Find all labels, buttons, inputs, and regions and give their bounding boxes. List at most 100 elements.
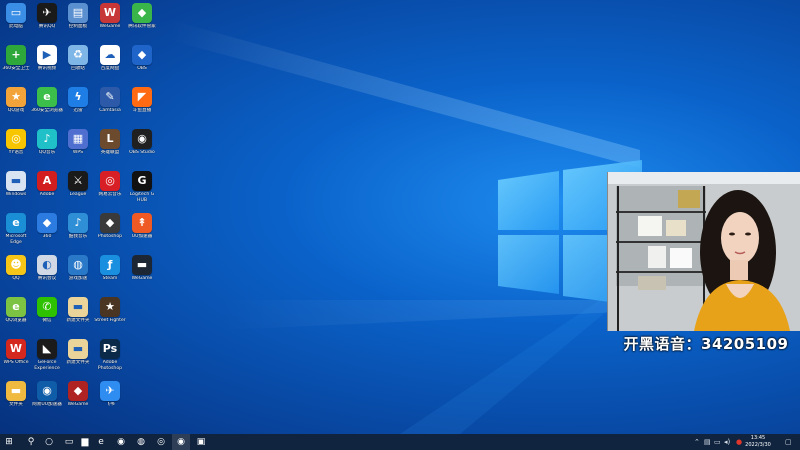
desktop-icon[interactable]: e 360安全浏览器 — [31, 87, 63, 127]
desktop-icon[interactable]: ♪ QQ音乐 — [31, 129, 63, 169]
desktop-icon[interactable]: ✆ 微信 — [31, 297, 63, 337]
windows-start-icon[interactable]: ⊞ — [0, 434, 18, 450]
league-icon: ⚔ — [68, 171, 88, 191]
desktop-icon-label: WeGame — [99, 24, 121, 29]
taskbar: ⊞ ⚲ ○ ▭ ▆ e ◉ ◍ ◎ ◉ ▣ ⌃ ▤ ▭ ◂) ● 13:45 2022/3/30 ▢ — [0, 434, 800, 450]
desktop-icon[interactable]: ☻ QQ — [0, 255, 32, 295]
volume-icon[interactable]: ◂) — [724, 434, 730, 450]
desktop-icon[interactable]: ƒ Steam — [94, 255, 126, 295]
globe-icon: ◍ — [68, 255, 88, 275]
desktop-icon[interactable]: ✈ 腾讯QQ — [31, 3, 63, 43]
desktop-icon[interactable]: ▭ 此电脑 — [0, 3, 32, 43]
app-icon: ◆ — [68, 381, 88, 401]
taskbar-clock[interactable]: 13:45 2022/3/30 — [738, 435, 778, 449]
obs-icon: ◉ — [132, 129, 152, 149]
music-icon: ♪ — [68, 213, 88, 233]
desktop-icon[interactable]: +360安全卫士 — [0, 45, 32, 85]
desktop-icon[interactable]: ◍ 游戏加速 — [62, 255, 94, 295]
qq-penguin-icon: ✈ — [37, 3, 57, 23]
desktop-icon[interactable]: ▬ WeGame — [126, 255, 158, 295]
desktop-icon[interactable]: ◤ 斗鱼直播 — [126, 87, 158, 127]
desktop-icon[interactable]: ▦ WPS — [62, 129, 94, 169]
desktop-icon[interactable]: e Microsoft Edge — [0, 213, 32, 253]
yy-icon[interactable]: ◎ — [152, 434, 170, 450]
monitor-icon[interactable]: ▭ — [714, 434, 721, 450]
desktop-icon[interactable]: ◎ 网易云音乐 — [94, 171, 126, 211]
folder-icon: ▬ — [68, 297, 88, 317]
adobe-icon: A — [37, 171, 57, 191]
desktop-icon-label: 飞书 — [105, 402, 115, 407]
desktop-icon[interactable]: ◉ 网易UU加速器 — [31, 381, 63, 421]
netease-music-icon: ◎ — [100, 171, 120, 191]
desktop-icon-label: 文件夹 — [9, 402, 23, 407]
desktop-icon-label: 360安全浏览器 — [31, 108, 63, 113]
desktop-icon[interactable]: ✈ 飞书 — [94, 381, 126, 421]
show-hidden-icons-chevron-icon[interactable]: ⌃ — [694, 434, 700, 450]
desktop-icon[interactable]: ◆ WeGame — [62, 381, 94, 421]
browser-icon[interactable]: ◉ — [112, 434, 130, 450]
folder-icon: ▬ — [68, 339, 88, 359]
desktop-icon-label: 酷我音乐 — [68, 234, 88, 239]
desktop-icon[interactable]: ★ QQ游戏 — [0, 87, 32, 127]
pen-icon: ✎ — [100, 87, 120, 107]
desktop-icon[interactable]: A Adobe — [31, 171, 63, 211]
desktop-icon[interactable]: ▬ 新建文件夹 — [62, 297, 94, 337]
desktop-icon-label: QQ浏览器 — [5, 318, 27, 323]
desktop-icon[interactable]: ▬ 新建文件夹 — [62, 339, 94, 379]
desktop-icon-label: Adobe Photoshop — [97, 360, 123, 371]
desktop-icon[interactable]: ◎ YY语音 — [0, 129, 32, 169]
desktop-icon[interactable]: W WPS Office — [0, 339, 32, 379]
desktop-icon[interactable]: ◉ OBS Studio — [126, 129, 158, 169]
desktop-icon[interactable]: ⚔ League — [62, 171, 94, 211]
desktop-icon[interactable]: ▤ 控制面板 — [62, 3, 94, 43]
app-icon: ◆ — [100, 213, 120, 233]
desktop-icon[interactable]: ✎ Camtasia — [94, 87, 126, 127]
desktop-icon[interactable]: L 英雄联盟 — [94, 129, 126, 169]
desktop-icon-label: Adobe — [39, 192, 55, 197]
app-icon: ◆ — [132, 3, 152, 23]
search-icon[interactable]: ⚲ — [22, 434, 40, 450]
desktop-icon-label: 新建文件夹 — [66, 360, 90, 365]
meeting-icon: ◐ — [37, 255, 57, 275]
chat-icon: ☻ — [6, 255, 26, 275]
thunder-icon: ϟ — [68, 87, 88, 107]
desktop-icon[interactable]: ▬ Windows — [0, 171, 32, 211]
app-icon[interactable]: ▣ — [192, 434, 210, 450]
desktop-icon[interactable]: ◐ 腾讯会议 — [31, 255, 63, 295]
desktop-icon-label: 网易云音乐 — [98, 192, 122, 197]
desktop-icon[interactable]: ▬ 文件夹 — [0, 381, 32, 421]
desktop-icon-label: Photoshop — [97, 234, 123, 239]
desktop-icon[interactable]: ◣ GeForce Experience — [31, 339, 63, 379]
desktop-icon[interactable]: ▶ 腾讯视频 — [31, 45, 63, 85]
desktop-icon-label: 腾讯会议 — [37, 276, 57, 281]
desktop-icon[interactable]: ◆ OBS — [126, 45, 158, 85]
edge-icon[interactable]: e — [92, 434, 110, 450]
webcam-scene — [608, 172, 800, 331]
desktop-icon[interactable]: e QQ浏览器 — [0, 297, 32, 337]
desktop-icon[interactable]: ◆ 腾讯软件管家 — [126, 3, 158, 43]
desktop-icon[interactable]: ★ Street Fighter — [94, 297, 126, 337]
network-icon[interactable]: ▤ — [704, 434, 711, 450]
notification-center-icon[interactable]: ▢ — [785, 434, 792, 450]
yy-icon: ◎ — [6, 129, 26, 149]
desktop-icon[interactable]: ◆ 360 — [31, 213, 63, 253]
desktop-icon[interactable]: ☁ 百度网盘 — [94, 45, 126, 85]
obs-icon[interactable]: ◉ — [172, 434, 190, 450]
desktop-icon-label: Microsoft Edge — [5, 234, 27, 245]
desktop-icon-label: Street Fighter — [94, 318, 126, 323]
desktop-icon[interactable]: Ps Adobe Photoshop — [94, 339, 126, 379]
desktop-icon[interactable]: G Logitech G HUB — [126, 171, 158, 211]
desktop-icon[interactable]: ◆ Photoshop — [94, 213, 126, 253]
desktop-icon[interactable]: ϟ 迅雷 — [62, 87, 94, 127]
desktop-icon[interactable]: ♪ 酷我音乐 — [62, 213, 94, 253]
desktop-icon[interactable]: ↟ UU加速器 — [126, 213, 158, 253]
desktop-icon-label: 此电脑 — [9, 24, 23, 29]
folder-icon: ▬ — [6, 381, 26, 401]
desktop-icon[interactable]: W WeGame — [94, 3, 126, 43]
browser-icon: e — [6, 297, 26, 317]
desktop-icon-label: WeGame — [131, 276, 153, 281]
cortana-icon[interactable]: ○ — [40, 434, 58, 450]
desktop-icon-label: UU加速器 — [131, 234, 153, 239]
app-icon[interactable]: ◍ — [132, 434, 150, 450]
desktop-icon[interactable]: ♻ 回收站 — [62, 45, 94, 85]
